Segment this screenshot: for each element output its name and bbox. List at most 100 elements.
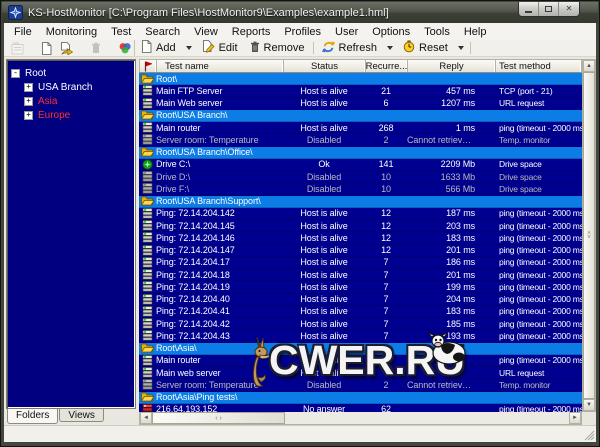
close-button[interactable]: ✕ <box>559 2 579 16</box>
test-name: Main Web server <box>156 98 283 108</box>
test-row[interactable]: Main routerHost is aliveping (timeout - … <box>139 355 582 367</box>
tree-item-root[interactable]: -Root <box>11 66 133 80</box>
refresh-button[interactable]: Refresh <box>316 40 384 56</box>
column-header-test-method[interactable]: Test method <box>496 60 581 72</box>
menu-item-reports[interactable]: Reports <box>225 25 278 39</box>
menu-item-help[interactable]: Help <box>457 25 494 39</box>
test-reply: 201 ms <box>407 245 495 255</box>
test-status: Host is alive <box>283 257 365 267</box>
expand-icon[interactable]: + <box>24 111 33 120</box>
expand-icon[interactable]: + <box>24 83 33 92</box>
vertical-scrollbar[interactable]: ▲ ˄˅ ▼ <box>582 59 596 412</box>
server-alive-icon <box>139 208 156 219</box>
collapse-icon[interactable]: - <box>11 69 20 78</box>
menu-item-test[interactable]: Test <box>104 25 138 39</box>
folder-row[interactable]: Root\Asia\Ping tests\ <box>139 392 582 404</box>
test-row[interactable]: Ping: 72.14.204.42Host is alive7185 mspi… <box>139 318 582 330</box>
refresh-dropdown-arrow[interactable] <box>387 46 393 50</box>
maximize-button[interactable] <box>539 2 559 16</box>
test-row[interactable]: Ping: 72.14.204.41Host is alive7183 mspi… <box>139 306 582 318</box>
folder-icon <box>139 74 156 84</box>
test-row[interactable]: Drive D:\Disabled101633 MbDrive space <box>139 171 582 183</box>
open-file-icon[interactable] <box>58 41 76 56</box>
scroll-up-button[interactable]: ▲ <box>583 60 595 72</box>
test-row[interactable]: Ping: 72.14.204.17Host is alive7186 mspi… <box>139 257 582 269</box>
tab-folders[interactable]: Folders <box>7 409 58 424</box>
column-header-test-name[interactable]: Test name <box>157 60 284 72</box>
new-file-icon[interactable] <box>37 41 55 56</box>
test-row[interactable]: Main Web serverHost is alive61207 msURL … <box>139 98 582 110</box>
remove-button[interactable]: Remove <box>244 40 311 56</box>
test-method: ping (timeout - 2000 ms) <box>495 294 582 304</box>
test-row[interactable]: Drive F:\Disabled10566 MbDrive space <box>139 183 582 195</box>
test-row[interactable]: Ping: 72.14.204.18Host is alive7201 mspi… <box>139 269 582 281</box>
tree-item-europe[interactable]: +Europe <box>24 108 133 122</box>
server-alive-icon <box>139 98 156 109</box>
column-header-status[interactable]: Status <box>284 60 366 72</box>
folder-icon <box>139 392 156 402</box>
test-row[interactable]: Drive C:\Ok1412209 MbDrive space <box>139 159 582 171</box>
folder-row[interactable]: Root\USA Branch\Support\ <box>139 196 582 208</box>
test-name: Ping: 72.14.204.147 <box>156 245 283 255</box>
column-header-recurrences[interactable]: Recurre... <box>366 60 408 72</box>
menu-item-search[interactable]: Search <box>138 25 187 39</box>
test-row[interactable]: Ping: 72.14.204.147Host is alive12201 ms… <box>139 245 582 257</box>
server-alive-icon <box>139 281 156 292</box>
menu-item-profiles[interactable]: Profiles <box>277 25 328 39</box>
test-row[interactable]: Main FTP ServerHost is alive21457 msTCP … <box>139 85 582 97</box>
test-status: Host is alive <box>283 270 365 280</box>
scroll-down-button[interactable]: ▼ <box>583 399 595 411</box>
folder-row[interactable]: Root\USA Branch\ <box>139 110 582 122</box>
tree-item-asia[interactable]: +Asia <box>24 94 133 108</box>
scroll-right-button[interactable]: ► <box>569 412 581 424</box>
test-row[interactable]: Ping: 72.14.204.43Host is alive7193 mspi… <box>139 330 582 342</box>
column-header-reply[interactable]: Reply <box>408 60 496 72</box>
tab-views[interactable]: Views <box>59 409 104 422</box>
add-dropdown-arrow[interactable] <box>186 46 192 50</box>
test-row[interactable]: Ping: 72.14.204.146Host is alive12183 ms… <box>139 232 582 244</box>
test-row[interactable]: Ping: 72.14.204.142Host is alive12187 ms… <box>139 208 582 220</box>
menu-item-view[interactable]: View <box>187 25 225 39</box>
test-row[interactable]: Main routerHost is alive2681 msping (tim… <box>139 122 582 134</box>
test-row[interactable]: Server room: TemperatureDisabled2Cannot … <box>139 379 582 391</box>
server-alive-icon <box>139 122 156 133</box>
title-bar[interactable]: KS-HostMonitor [C:\Program Files\HostMon… <box>2 2 598 23</box>
folder-row[interactable]: Root\ <box>139 73 582 85</box>
test-row[interactable]: Ping: 72.14.204.19Host is alive7199 mspi… <box>139 281 582 293</box>
test-row[interactable]: Server room: TemperatureDisabled2Cannot … <box>139 134 582 146</box>
server-disabled-icon <box>139 183 156 194</box>
colors-icon[interactable] <box>116 41 134 56</box>
reset-dropdown-arrow[interactable] <box>458 46 464 50</box>
test-method: ping (timeout - 2000 ms) <box>495 221 582 231</box>
horizontal-scrollbar[interactable]: ◄ ‹ › ► <box>139 412 582 425</box>
resize-grip[interactable] <box>583 429 595 441</box>
edit-button[interactable]: Edit <box>196 40 244 56</box>
menu-item-options[interactable]: Options <box>365 25 417 39</box>
test-name: Drive D:\ <box>156 172 283 182</box>
expand-icon[interactable]: + <box>24 97 33 106</box>
add-button[interactable]: Add <box>135 40 182 56</box>
menu-item-monitoring[interactable]: Monitoring <box>39 25 104 39</box>
vertical-scroll-thumb[interactable]: ˄˅ <box>583 72 595 399</box>
menu-bar: FileMonitoringTestSearchViewReportsProfi… <box>4 23 596 40</box>
test-recurrences: 12 <box>365 233 407 243</box>
test-name: Ping: 72.14.204.146 <box>156 233 283 243</box>
reset-button[interactable]: Reset <box>397 40 454 56</box>
test-method: ping (timeout - 2000 ms) <box>495 404 582 412</box>
menu-item-file[interactable]: File <box>7 25 39 39</box>
column-header-flag[interactable] <box>140 60 157 72</box>
test-row[interactable]: Ping: 72.14.204.40Host is alive7204 mspi… <box>139 294 582 306</box>
folder-row[interactable]: Root\Asia\ <box>139 343 582 355</box>
server-disabled-icon <box>139 171 156 182</box>
menu-item-tools[interactable]: Tools <box>417 25 457 39</box>
scroll-left-button[interactable]: ◄ <box>140 412 152 424</box>
folder-row[interactable]: Root\USA Branch\Office\ <box>139 147 582 159</box>
minimize-button[interactable] <box>519 2 539 16</box>
tree-item-usa-branch[interactable]: +USA Branch <box>24 80 133 94</box>
menu-item-user[interactable]: User <box>328 25 365 39</box>
test-row[interactable]: Ping: 72.14.204.145Host is alive12203 ms… <box>139 220 582 232</box>
horizontal-scroll-track[interactable] <box>285 412 569 424</box>
test-row[interactable]: Main web serverHost is aliveURL request <box>139 367 582 379</box>
horizontal-scroll-thumb[interactable]: ‹ › <box>152 412 285 424</box>
test-row[interactable]: 216.64.193.152No answer62ping (timeout -… <box>139 404 582 412</box>
